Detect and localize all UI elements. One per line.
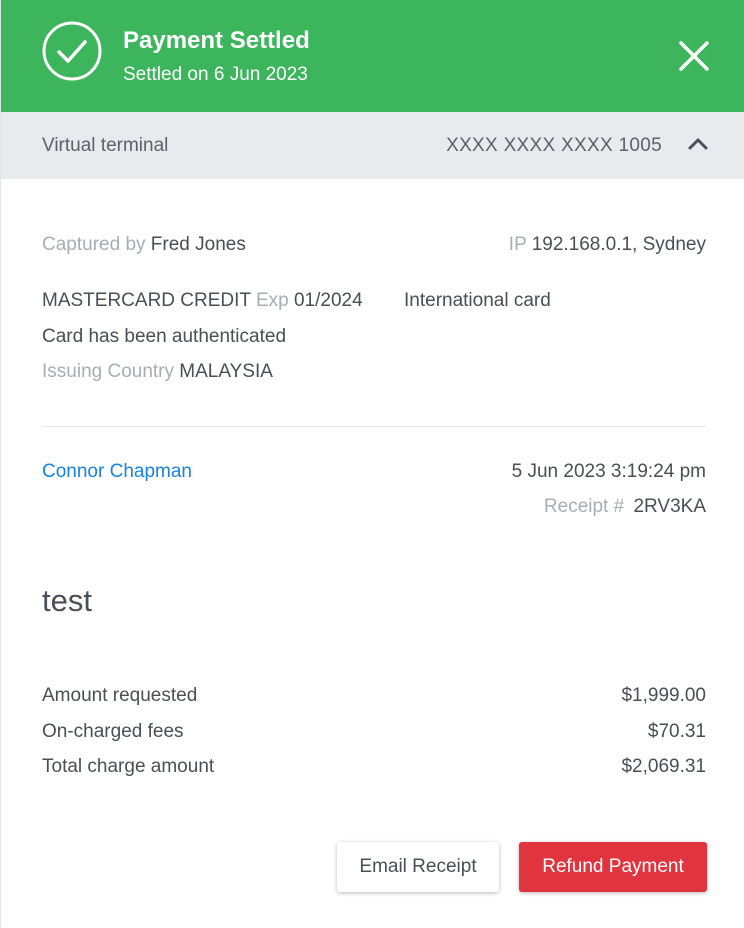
close-icon[interactable] <box>671 33 717 79</box>
status-header: Payment Settled Settled on 6 Jun 2023 <box>1 0 744 112</box>
status-subtitle: Settled on 6 Jun 2023 <box>123 64 308 85</box>
masked-card-number: XXXX XXXX XXXX 1005 <box>446 135 662 156</box>
captured-by-label: Captured by <box>42 234 146 255</box>
transaction-datetime: 5 Jun 2023 3:19:24 pm <box>511 461 706 482</box>
issuing-country-value: MALAYSIA <box>179 361 273 382</box>
ip-value: 192.168.0.1, Sydney <box>531 234 706 255</box>
amount-value: $1,999.00 <box>621 685 706 706</box>
amount-value: $2,069.31 <box>621 756 706 777</box>
terminal-bar[interactable]: Virtual terminal XXXX XXXX XXXX 1005 <box>1 112 744 179</box>
exp-label: Exp <box>255 290 289 311</box>
amount-label: Total charge amount <box>42 756 215 777</box>
receipt-label: Receipt # <box>543 496 625 517</box>
card-info: MASTERCARD CREDIT Exp 01/2024 <box>42 289 363 313</box>
exp-value: 01/2024 <box>293 290 363 311</box>
section-divider <box>42 426 706 427</box>
amount-label: On-charged fees <box>42 721 184 742</box>
status-title: Payment Settled <box>123 27 310 54</box>
amount-value: $70.31 <box>647 721 706 742</box>
captured-by-value: Fred Jones <box>150 234 246 255</box>
auth-status: Card has been authenticated <box>42 326 287 347</box>
issuing-country-label: Issuing Country <box>42 361 175 382</box>
check-circle-icon <box>42 21 102 81</box>
receipt-number: Receipt # 2RV3KA <box>544 495 706 519</box>
ip-address: IP 192.168.0.1, Sydney <box>509 233 706 257</box>
captured-by: Captured by Fred Jones <box>42 233 246 257</box>
receipt-value: 2RV3KA <box>633 496 706 517</box>
payment-detail-panel: Payment Settled Settled on 6 Jun 2023 Vi… <box>0 0 744 928</box>
payment-note: test <box>42 583 92 618</box>
issuing-country: Issuing Country MALAYSIA <box>42 360 273 384</box>
card-scope: International card <box>404 290 551 311</box>
chevron-up-icon[interactable] <box>684 130 712 158</box>
terminal-label: Virtual terminal <box>42 135 169 156</box>
ip-label: IP <box>508 234 527 255</box>
email-receipt-button[interactable]: Email Receipt <box>337 842 499 892</box>
amount-label: Amount requested <box>42 685 198 706</box>
card-type: MASTERCARD CREDIT <box>42 290 251 311</box>
refund-payment-button[interactable]: Refund Payment <box>519 842 707 892</box>
customer-name-link[interactable]: Connor Chapman <box>42 460 192 484</box>
